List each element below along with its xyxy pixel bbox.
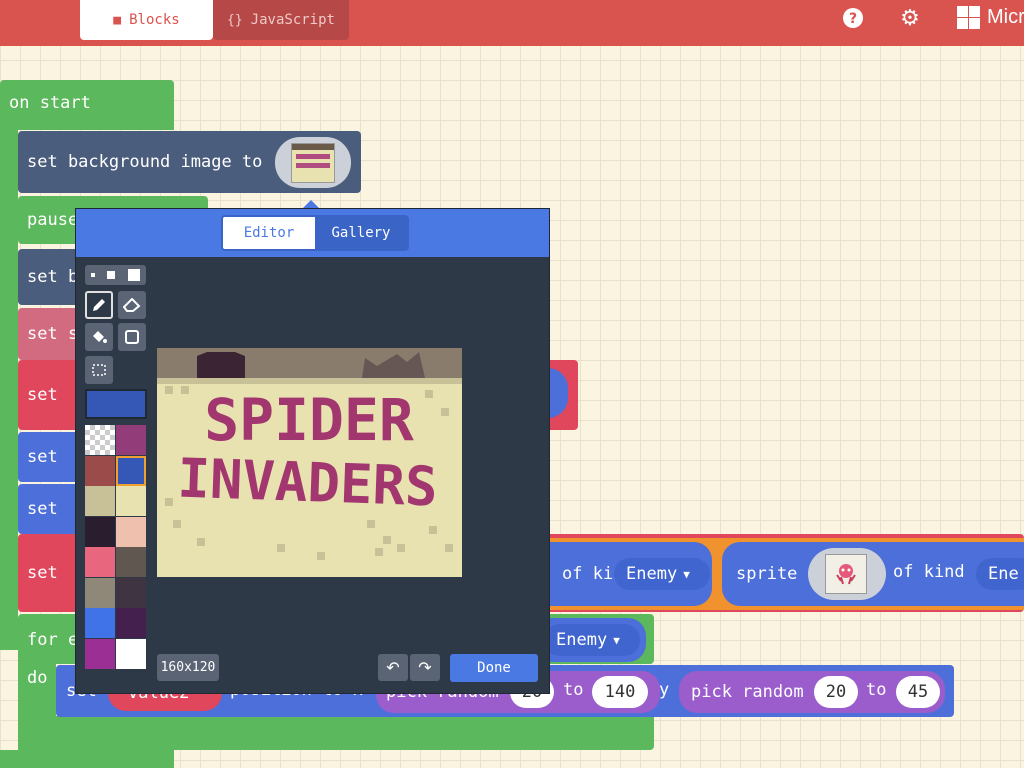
set-s-label: set s [27, 324, 79, 344]
enemy-label-3: Enemy [556, 630, 608, 650]
palette-swatch[interactable] [116, 425, 146, 455]
tab-javascript[interactable]: {} JavaScript [213, 0, 349, 40]
enemy-dropdown-1[interactable]: Enemy ▼ [614, 558, 710, 590]
on-start-footer [0, 750, 174, 768]
puzzle-icon: ■ [113, 12, 122, 28]
set-label-1: set [27, 385, 58, 405]
tab-editor[interactable]: Editor [223, 217, 315, 249]
enemy-label-2: Ene [988, 564, 1019, 584]
spider-sprite-icon[interactable] [825, 554, 867, 594]
enemy-label-1: Enemy [626, 564, 678, 584]
brush-size-selector [85, 265, 146, 285]
redo-icon[interactable]: ↷ [410, 654, 440, 681]
brand-text: Micr [987, 6, 1024, 28]
palette-swatch[interactable] [85, 547, 115, 577]
image-slot[interactable] [275, 137, 351, 188]
tab-blocks[interactable]: ■ Blocks [80, 0, 213, 40]
palette-swatch[interactable] [85, 577, 115, 608]
set-b-label: set b [27, 267, 79, 287]
color-palette [85, 425, 147, 669]
chevron-down-icon: ▼ [683, 567, 690, 581]
on-start-label: on start [9, 93, 91, 113]
palette-swatch[interactable] [116, 486, 146, 516]
palette-swatch[interactable] [85, 486, 115, 516]
editor-header: Editor Gallery [76, 209, 549, 257]
brush-size-large[interactable] [127, 269, 140, 281]
selected-color-swatch [85, 389, 147, 419]
do-label: do [27, 668, 48, 688]
marquee-icon[interactable] [85, 356, 113, 384]
pick-random-label-2: pick random [691, 682, 804, 702]
tab-gallery[interactable]: Gallery [315, 217, 407, 249]
brush-size-small[interactable] [91, 273, 96, 277]
number-field-20b[interactable]: 20 [814, 676, 858, 708]
tab-blocks-label: Blocks [129, 12, 180, 28]
rectangle-icon[interactable] [118, 323, 146, 351]
number-field-140[interactable]: 140 [592, 676, 648, 708]
chevron-down-icon: ▼ [613, 633, 620, 647]
question-icon[interactable]: ? [841, 6, 865, 30]
set-label-4: set [27, 563, 58, 583]
sprite-slot[interactable] [808, 548, 886, 600]
pause-label: pause [27, 210, 79, 230]
palette-swatch[interactable] [85, 608, 115, 638]
set-label-2: set [27, 447, 58, 467]
gear-icon[interactable]: ⚙ [898, 6, 922, 31]
y-label: y [659, 680, 670, 700]
canvas-title-line-1: SPIDER [204, 386, 414, 454]
enemy-dropdown-3[interactable]: Enemy ▼ [544, 624, 640, 656]
palette-swatch[interactable] [85, 516, 115, 547]
svg-text:?: ? [849, 11, 857, 27]
braces-icon: {} [227, 12, 243, 28]
palette-swatch[interactable] [116, 455, 146, 486]
to-label-1: to [563, 680, 584, 700]
on-start-spine [0, 120, 18, 650]
editor-tab-switch: Editor Gallery [221, 215, 409, 251]
tab-javascript-label: JavaScript [250, 12, 335, 28]
palette-swatch[interactable] [116, 547, 146, 577]
palette-swatch[interactable] [116, 608, 146, 638]
palette-swatch[interactable] [85, 455, 115, 486]
image-canvas[interactable]: SPIDER INVADERS [157, 348, 462, 577]
enemy-dropdown-2[interactable]: Ene [976, 558, 1024, 590]
pencil-icon[interactable] [85, 291, 113, 319]
brush-size-medium[interactable] [107, 271, 116, 279]
set-label-3: set [27, 499, 58, 519]
image-editor-popup: Editor Gallery SPIDER INVADERS 160x120 ↶… [75, 208, 550, 694]
palette-swatch[interactable] [116, 516, 146, 547]
to-label-2: to [866, 680, 887, 700]
done-button[interactable]: Done [450, 654, 538, 682]
palette-swatch[interactable] [116, 577, 146, 608]
palette-swatch[interactable] [85, 425, 115, 455]
for-each-footer [18, 716, 654, 750]
sprite-label: sprite [736, 564, 798, 584]
palette-swatch[interactable] [116, 638, 146, 669]
number-field-45[interactable]: 45 [896, 676, 940, 708]
of-kind-label-2: of kind [893, 562, 965, 582]
for-each-label: for e [27, 630, 79, 650]
canvas-size-badge: 160x120 [157, 654, 219, 681]
palette-swatch[interactable] [85, 638, 115, 669]
canvas-title-line-2: INVADERS [176, 446, 438, 518]
fill-icon[interactable] [85, 323, 113, 351]
microsoft-logo-icon[interactable] [957, 6, 980, 29]
undo-icon[interactable]: ↶ [378, 654, 408, 681]
set-background-label: set background image to [27, 152, 263, 172]
eraser-icon[interactable] [118, 291, 146, 319]
background-thumbnail[interactable] [291, 143, 335, 183]
